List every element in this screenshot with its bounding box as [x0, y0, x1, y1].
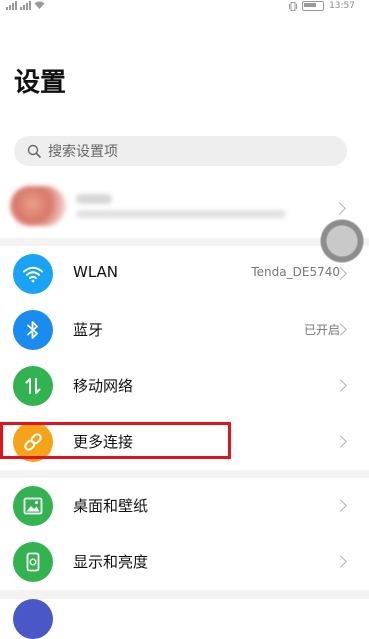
account-row[interactable] — [0, 182, 369, 236]
mobile-network-icon — [13, 366, 53, 406]
settings-item-icon — [13, 599, 53, 639]
search-icon — [27, 144, 41, 158]
chevron-right-icon — [334, 379, 347, 392]
avatar — [10, 186, 66, 226]
signal-icon — [20, 1, 31, 10]
signal-icon — [6, 1, 17, 10]
status-time: 13:57 — [329, 1, 355, 11]
vibrate-icon — [289, 1, 298, 11]
settings-item-value: Tenda_DE5740 — [251, 265, 340, 279]
battery-icon — [302, 1, 325, 11]
section-divider — [0, 590, 369, 599]
page-title: 设置 — [14, 68, 67, 98]
image-icon — [13, 486, 53, 526]
settings-item-label: WLAN — [73, 263, 119, 281]
chevron-right-icon — [334, 435, 347, 448]
section-divider — [0, 470, 369, 478]
bluetooth-icon — [13, 310, 53, 350]
settings-item-label: 显示和亮度 — [73, 553, 149, 571]
settings-item-wallpaper[interactable]: 桌面和壁纸 — [0, 478, 369, 532]
status-bar: 13:57 — [0, 0, 369, 14]
account-name-blurred — [76, 194, 112, 204]
settings-item-label: 蓝牙 — [73, 321, 104, 339]
search-placeholder: 搜索设置项 — [48, 144, 118, 160]
settings-item-label: 桌面和壁纸 — [73, 497, 149, 515]
phone-display-icon — [13, 542, 53, 582]
account-detail-blurred — [76, 210, 286, 218]
section-divider — [0, 238, 369, 246]
highlight-annotation-box — [0, 422, 231, 459]
settings-item-bluetooth[interactable]: 蓝牙 已开启 — [0, 302, 369, 356]
chevron-right-icon — [334, 555, 347, 568]
settings-item-mobile-network[interactable]: 移动网络 — [0, 358, 369, 412]
settings-item-display[interactable]: 显示和亮度 — [0, 534, 369, 588]
status-right: 13:57 — [289, 1, 355, 11]
signal-indicators — [6, 1, 45, 10]
wifi-status-icon — [34, 1, 45, 9]
floating-navigation-ball[interactable] — [320, 219, 364, 263]
settings-item-wlan[interactable]: WLAN Tenda_DE5740 — [0, 246, 369, 300]
chevron-right-icon — [334, 499, 347, 512]
chevron-right-icon — [333, 202, 346, 215]
settings-item-label: 移动网络 — [73, 377, 134, 395]
search-input[interactable]: 搜索设置项 — [14, 136, 347, 166]
wifi-icon — [13, 254, 53, 294]
